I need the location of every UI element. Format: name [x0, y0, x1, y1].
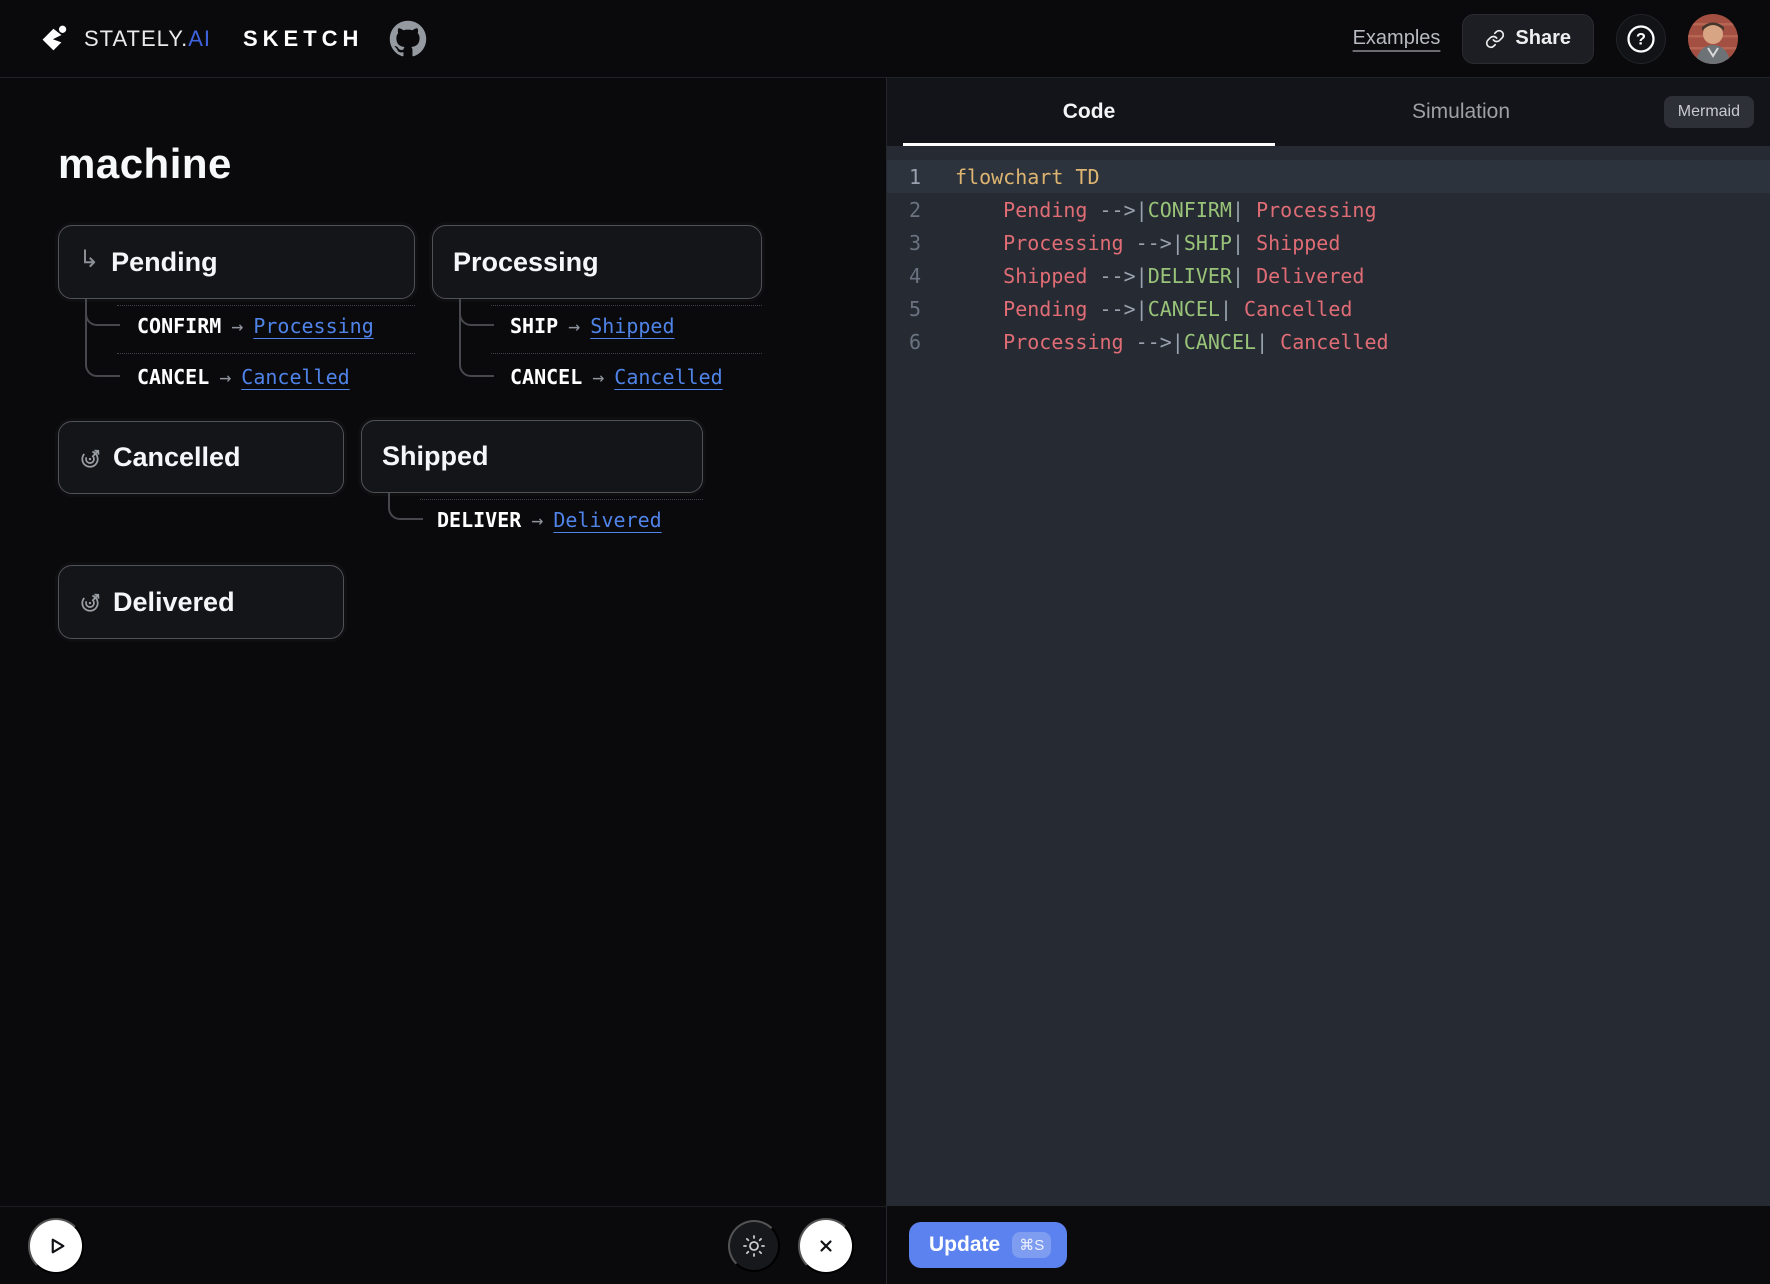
svg-text:?: ?	[1636, 30, 1646, 48]
brand-text: STATELY.AI	[84, 26, 211, 52]
line-number: 4	[899, 264, 921, 288]
format-badge: Mermaid	[1664, 96, 1754, 128]
arrow-icon: →	[219, 365, 231, 389]
line-number: 1	[899, 165, 921, 189]
transition-event[interactable]: DELIVER	[437, 508, 521, 532]
app-window: STATELY.AI SKETCH Examples Share ?	[0, 0, 1770, 1284]
state-node-processing[interactable]: Processing	[432, 225, 762, 299]
transition-separator	[117, 353, 415, 354]
canvas-toolbar	[0, 1206, 886, 1284]
final-state-icon	[79, 447, 101, 469]
arrow-icon: →	[531, 508, 543, 532]
machine-title: machine	[58, 140, 232, 188]
brand-link[interactable]: STATELY.AI SKETCH	[38, 23, 363, 55]
editor-actionbar: Update ⌘S	[887, 1206, 1770, 1284]
code-panel: Code Simulation Mermaid 1 flowchart TD 2 P…	[886, 78, 1770, 1284]
theme-toggle-button[interactable]	[728, 1220, 780, 1272]
transition-separator	[491, 305, 762, 306]
close-icon	[814, 1234, 838, 1258]
line-number: 3	[899, 231, 921, 255]
transition-row: SHIP → Shipped	[510, 311, 675, 341]
user-avatar[interactable]	[1688, 14, 1738, 64]
code-text: Processing -->|CANCEL| Cancelled	[955, 330, 1389, 354]
line-number: 5	[899, 297, 921, 321]
share-label: Share	[1515, 27, 1571, 50]
question-icon: ?	[1626, 24, 1656, 54]
transition-target-link[interactable]: Cancelled	[241, 365, 349, 389]
transition-target-link[interactable]: Delivered	[553, 508, 661, 532]
link-icon	[1485, 29, 1505, 49]
help-button[interactable]: ?	[1616, 14, 1666, 64]
play-icon	[43, 1233, 69, 1259]
examples-link[interactable]: Examples	[1353, 27, 1441, 50]
transition-target-link[interactable]: Shipped	[590, 314, 674, 338]
brand-accent: AI	[188, 26, 211, 51]
initial-state-icon: ↳	[79, 248, 99, 272]
code-text: flowchart TD	[955, 165, 1100, 189]
transition-connector	[85, 299, 120, 377]
update-label: Update	[929, 1233, 1000, 1257]
transition-row: CANCEL → Cancelled	[510, 362, 723, 392]
transition-row: CONFIRM → Processing	[137, 311, 374, 341]
final-state-icon	[79, 591, 101, 613]
github-icon	[389, 20, 427, 58]
arrow-icon: →	[592, 365, 604, 389]
tab-code[interactable]: Code	[903, 78, 1275, 146]
arrow-icon: →	[231, 314, 243, 338]
panel-tabbar: Code Simulation Mermaid	[887, 78, 1770, 146]
state-name: Pending	[111, 247, 218, 278]
product-name: SKETCH	[243, 26, 363, 52]
transition-separator	[117, 305, 415, 306]
arrow-icon: →	[568, 314, 580, 338]
transition-target-link[interactable]: Cancelled	[614, 365, 722, 389]
stately-logo-icon	[38, 23, 70, 55]
code-text: Pending -->|CANCEL| Cancelled	[955, 297, 1352, 321]
transition-target-link[interactable]: Processing	[253, 314, 373, 338]
code-lines: 1 flowchart TD 2 Pending -->|CONFIRM| Proc…	[887, 160, 1770, 358]
code-text: Pending -->|CONFIRM| Processing	[955, 198, 1377, 222]
update-button[interactable]: Update ⌘S	[909, 1222, 1067, 1268]
code-text: Processing -->|SHIP| Shipped	[955, 231, 1340, 255]
github-link[interactable]	[389, 20, 427, 58]
transition-event[interactable]: CANCEL	[510, 365, 582, 389]
line-number: 2	[899, 198, 921, 222]
code-text: Shipped -->|DELIVER| Delivered	[955, 264, 1364, 288]
state-node-pending[interactable]: ↳ Pending	[58, 225, 415, 299]
transition-separator	[420, 499, 703, 500]
tab-simulation[interactable]: Simulation	[1275, 78, 1647, 146]
code-line[interactable]: 4 Shipped -->|DELIVER| Delivered	[887, 259, 1770, 292]
transition-separator	[491, 353, 762, 354]
share-button[interactable]: Share	[1462, 14, 1594, 64]
state-name: Processing	[453, 247, 599, 278]
sun-icon	[742, 1234, 766, 1258]
state-name: Delivered	[113, 587, 235, 618]
state-node-shipped[interactable]: Shipped	[361, 420, 703, 493]
close-panel-button[interactable]	[798, 1218, 854, 1274]
shortcut-badge: ⌘S	[1012, 1232, 1051, 1258]
code-line[interactable]: 3 Processing -->|SHIP| Shipped	[887, 226, 1770, 259]
transition-row: CANCEL → Cancelled	[137, 362, 350, 392]
simulate-play-button[interactable]	[28, 1218, 84, 1274]
transition-event[interactable]: CANCEL	[137, 365, 209, 389]
transition-event[interactable]: CONFIRM	[137, 314, 221, 338]
transition-connector	[459, 299, 494, 377]
code-line[interactable]: 2 Pending -->|CONFIRM| Processing	[887, 193, 1770, 226]
line-number: 6	[899, 330, 921, 354]
state-node-delivered[interactable]: Delivered	[58, 565, 344, 639]
transition-row: DELIVER → Delivered	[437, 505, 662, 535]
transition-event[interactable]: SHIP	[510, 314, 558, 338]
code-editor[interactable]: 1 flowchart TD 2 Pending -->|CONFIRM| Proc…	[887, 146, 1770, 1206]
state-name: Cancelled	[113, 442, 241, 473]
transition-connector	[388, 493, 423, 520]
app-header: STATELY.AI SKETCH Examples Share ?	[0, 0, 1770, 78]
avatar-image	[1688, 14, 1738, 64]
code-line[interactable]: 5 Pending -->|CANCEL| Cancelled	[887, 292, 1770, 325]
state-node-cancelled[interactable]: Cancelled	[58, 421, 344, 494]
code-line[interactable]: 1 flowchart TD	[887, 160, 1770, 193]
state-name: Shipped	[382, 441, 489, 472]
machine-canvas[interactable]: machine ↳ Pending Processing CONFIRM → P…	[0, 78, 886, 1206]
code-line[interactable]: 6 Processing -->|CANCEL| Cancelled	[887, 325, 1770, 358]
